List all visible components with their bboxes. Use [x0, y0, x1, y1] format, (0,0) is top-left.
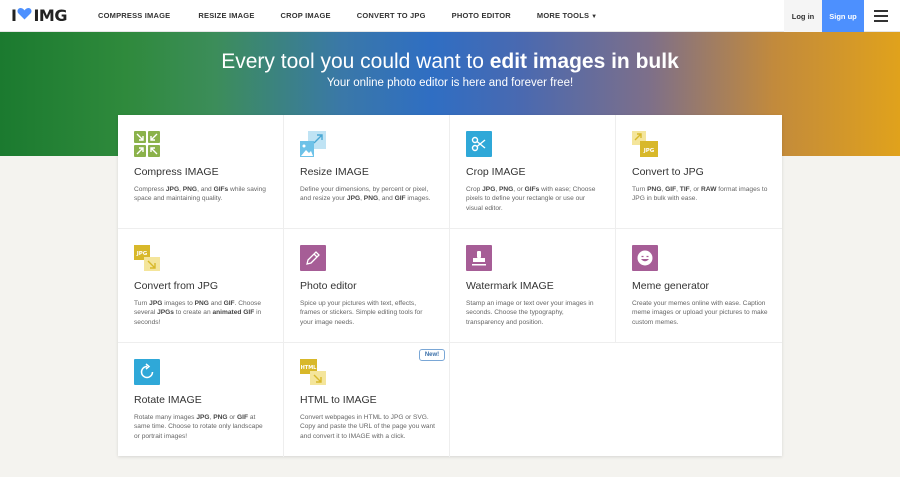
tool-description: Turn JPG images to PNG and GIF. Choose s… [134, 300, 262, 326]
hamburger-menu-icon[interactable] [874, 10, 888, 22]
tool-card-watermark[interactable]: Watermark IMAGE Stamp an image or text o… [450, 229, 616, 343]
tool-description: Rotate many images JPG, PNG or GIF at sa… [134, 414, 263, 440]
tool-title: Convert from JPG [134, 280, 219, 292]
rotate-icon [134, 359, 160, 385]
menu-line [874, 15, 888, 17]
nav-photo-editor[interactable]: PHOTO EDITOR [452, 11, 511, 20]
nav-crop-image[interactable]: CROP IMAGE [281, 11, 331, 20]
compress-icon [134, 131, 160, 157]
icon-jpg-label: JPG [643, 148, 655, 154]
nav-more-tools-label: MORE TOOLS [536, 11, 590, 20]
tool-title: Meme generator [632, 280, 710, 292]
resize-icon [300, 131, 326, 157]
tool-title: Photo editor [300, 280, 357, 292]
tool-card-convert-to-jpg[interactable]: JPG Convert to JPG Turn PNG, GIF, TIF, o… [616, 115, 782, 229]
icon-html-label: HTML [301, 365, 318, 371]
tool-description: Convert webpages in HTML to JPG or SVG. … [300, 414, 436, 440]
tool-card-photo-editor[interactable]: Photo editor Spice up your pictures with… [284, 229, 450, 343]
tool-description: Create your memes online with ease. Capt… [632, 300, 768, 326]
login-button[interactable]: Log in [784, 0, 822, 32]
hero-title: Every tool you could want to edit images… [0, 50, 900, 74]
heart-icon [17, 7, 32, 25]
html-to-image-icon: HTML [300, 359, 326, 385]
laughing-face-icon [632, 245, 658, 271]
signup-button[interactable]: Sign up [822, 0, 864, 32]
main-nav: COMPRESS IMAGE RESIZE IMAGE CROP IMAGE C… [98, 0, 597, 32]
new-badge: New! [419, 349, 445, 361]
tool-card-resize[interactable]: Resize IMAGE Define your dimensions, by … [284, 115, 450, 229]
logo-letter-i: I [11, 6, 17, 25]
tool-card-compress[interactable]: Compress IMAGE Compress JPG, PNG, and GI… [118, 115, 284, 229]
tool-description: Stamp an image or text over your images … [466, 300, 594, 326]
tool-description: Compress JPG, PNG, and GIFs while saving… [134, 186, 266, 203]
tool-description: Spice up your pictures with text, effect… [300, 300, 423, 326]
tool-title: Convert to JPG [632, 166, 704, 178]
menu-line [874, 20, 888, 22]
hero-title-prefix: Every tool you could want to [221, 50, 490, 73]
tool-description: Turn PNG, GIF, TIF, or RAW format images… [632, 186, 768, 203]
tool-title: Resize IMAGE [300, 166, 369, 178]
tool-title: Watermark IMAGE [466, 280, 554, 292]
caret-down-icon: ▼ [591, 14, 598, 20]
nav-convert-to-jpg[interactable]: CONVERT TO JPG [357, 11, 426, 20]
tool-title: Rotate IMAGE [134, 394, 202, 406]
tool-description: Crop JPG, PNG, or GIFs with ease; Choose… [466, 186, 596, 212]
tool-title: Compress IMAGE [134, 166, 219, 178]
top-nav-bar: I IMG COMPRESS IMAGE RESIZE IMAGE CROP I… [0, 0, 900, 32]
tool-description: Define your dimensions, by percent or pi… [300, 186, 431, 203]
tool-card-rotate[interactable]: Rotate IMAGE Rotate many images JPG, PNG… [118, 343, 284, 457]
nav-compress-image[interactable]: COMPRESS IMAGE [98, 11, 170, 20]
stamp-icon [466, 245, 492, 271]
tool-card-meme-generator[interactable]: Meme generator Create your memes online … [616, 229, 782, 343]
hero-title-emphasis: edit images in bulk [489, 50, 679, 73]
hero-subtitle: Your online photo editor is here and for… [326, 77, 574, 89]
tool-title: HTML to IMAGE [300, 394, 377, 406]
iloveimg-logo[interactable]: I IMG [11, 0, 67, 32]
scissors-icon [466, 131, 492, 157]
tool-title: Crop IMAGE [466, 166, 526, 178]
tool-card-crop[interactable]: Crop IMAGE Crop JPG, PNG, or GIFs with e… [450, 115, 616, 229]
pencil-icon [300, 245, 326, 271]
convert-from-jpg-icon: JPG [134, 245, 160, 271]
icon-jpg-label: JPG [136, 251, 148, 257]
logo-letters-img: IMG [33, 6, 67, 25]
convert-to-jpg-icon: JPG [632, 131, 658, 157]
tools-grid: Compress IMAGE Compress JPG, PNG, and GI… [118, 115, 782, 457]
tool-card-convert-from-jpg[interactable]: JPG Convert from JPG Turn JPG images to … [118, 229, 284, 343]
nav-more-tools[interactable]: MORE TOOLS ▼ [537, 11, 597, 20]
nav-resize-image[interactable]: RESIZE IMAGE [198, 11, 254, 20]
menu-line [874, 10, 888, 12]
